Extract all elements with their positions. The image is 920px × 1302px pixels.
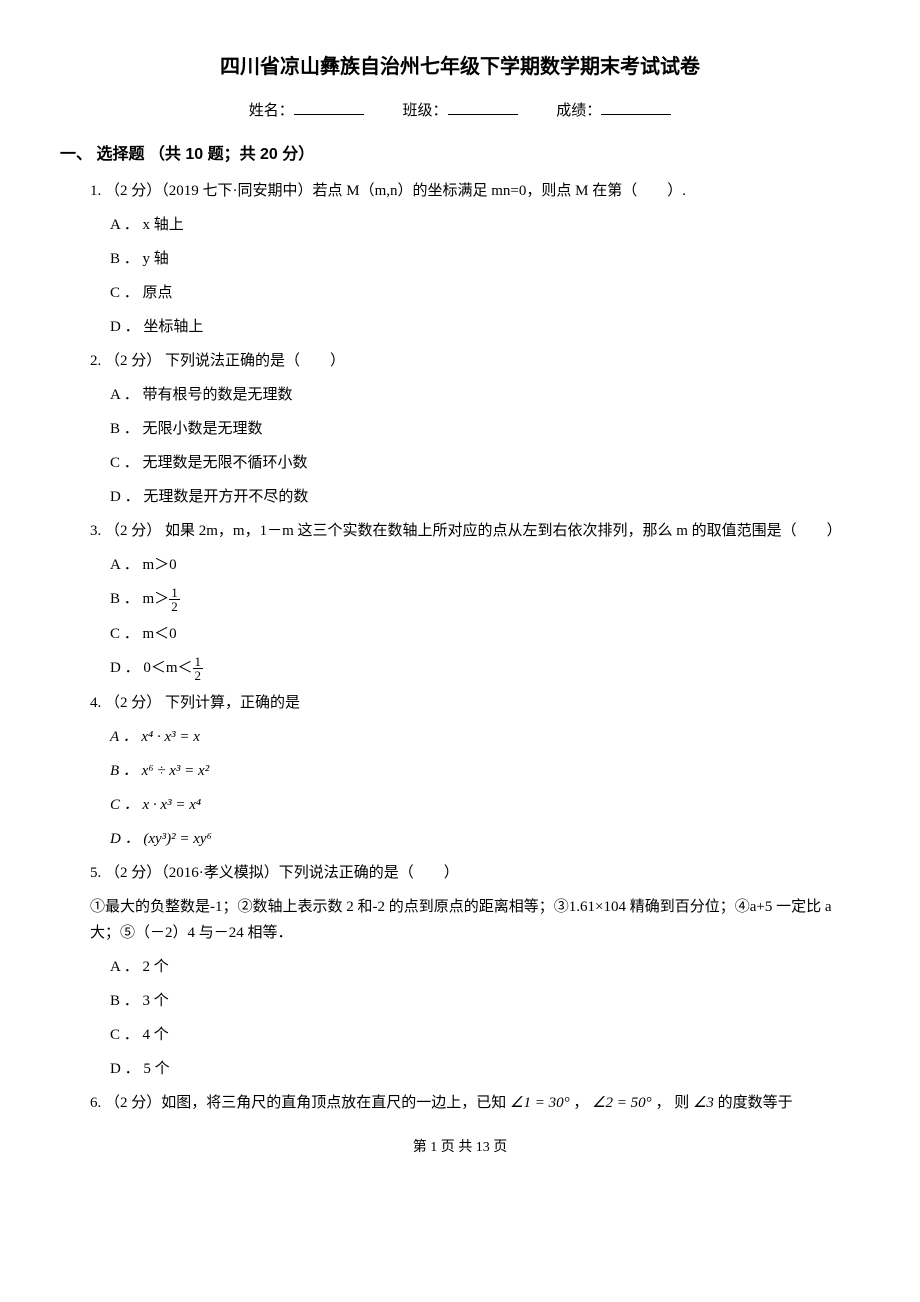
q3-opt-d-text: D ． 0＜m＜ — [110, 660, 193, 676]
q3-opt-a: A ． m＞0 — [110, 552, 860, 578]
q6-stem-pre: 6. （2 分）如图，将三角尺的直角顶点放在直尺的一边上，已知 — [90, 1095, 506, 1111]
q5-opt-b: B ． 3 个 — [110, 988, 860, 1014]
q2-stem: 2. （2 分） 下列说法正确的是（ ） — [90, 348, 860, 374]
q1-stem: 1. （2 分）（2019 七下·同安期中）若点 M（m,n）的坐标满足 mn=… — [90, 178, 860, 204]
q6-sep1: ， — [573, 1095, 592, 1111]
q1-opt-a: A ． x 轴上 — [110, 212, 860, 238]
fraction-half-icon: 12 — [193, 655, 204, 682]
section-heading: 一、 选择题 （共 10 题；共 20 分） — [60, 140, 860, 164]
q4-opt-b: B ． x⁶ ÷ x³ = x² — [110, 758, 860, 784]
angle-1: ∠1 = 30° — [510, 1095, 570, 1111]
page-footer: 第 1 页 共 13 页 — [60, 1136, 860, 1156]
q5-opt-c: C ． 4 个 — [110, 1022, 860, 1048]
class-blank — [448, 114, 518, 115]
q4-opt-d: D ． (xy³)² = xy⁶ — [110, 826, 860, 852]
q2-opt-b: B ． 无限小数是无理数 — [110, 416, 860, 442]
q4-opt-c: C ． x · x³ = x⁴ — [110, 792, 860, 818]
q4-opt-a: A ． x⁴ · x³ = x — [110, 724, 860, 750]
q3-opt-b: B ． m＞12 — [110, 586, 860, 613]
angle-2: ∠2 = 50° — [592, 1095, 652, 1111]
q3-opt-d: D ． 0＜m＜12 — [110, 655, 860, 682]
q4-stem: 4. （2 分） 下列计算，正确的是 — [90, 690, 860, 716]
q6-stem: 6. （2 分）如图，将三角尺的直角顶点放在直尺的一边上，已知 ∠1 = 30°… — [90, 1090, 860, 1116]
score-blank — [601, 114, 671, 115]
class-label: 班级： — [402, 99, 447, 120]
score-label: 成绩： — [556, 99, 601, 120]
name-blank — [294, 114, 364, 115]
q1-opt-b: B ． y 轴 — [110, 246, 860, 272]
q2-opt-d: D ． 无理数是开方开不尽的数 — [110, 484, 860, 510]
q3-opt-b-text: B ． m＞ — [110, 591, 169, 607]
q2-opt-c: C ． 无理数是无限不循环小数 — [110, 450, 860, 476]
fraction-half-icon: 12 — [169, 586, 180, 613]
q5-sub: ①最大的负整数是-1；②数轴上表示数 2 和-2 的点到原点的距离相等；③1.6… — [90, 894, 860, 946]
page-title: 四川省凉山彝族自治州七年级下学期数学期末考试试卷 — [60, 50, 860, 79]
q1-opt-d: D ． 坐标轴上 — [110, 314, 860, 340]
q1-opt-c: C ． 原点 — [110, 280, 860, 306]
q5-opt-d: D ． 5 个 — [110, 1056, 860, 1082]
q2-opt-a: A ． 带有根号的数是无理数 — [110, 382, 860, 408]
name-label: 姓名： — [249, 99, 294, 120]
angle-3: ∠3 — [693, 1095, 714, 1111]
q6-stem-post: 的度数等于 — [718, 1095, 793, 1111]
meta-row: 姓名： 班级： 成绩： — [60, 99, 860, 120]
q5-stem: 5. （2 分）（2016·孝义模拟）下列说法正确的是（ ） — [90, 860, 860, 886]
q6-sep2: ， 则 — [655, 1095, 689, 1111]
q3-opt-c: C ． m＜0 — [110, 621, 860, 647]
q3-stem: 3. （2 分） 如果 2m，m，1－m 这三个实数在数轴上所对应的点从左到右依… — [90, 518, 860, 544]
q5-opt-a: A ． 2 个 — [110, 954, 860, 980]
